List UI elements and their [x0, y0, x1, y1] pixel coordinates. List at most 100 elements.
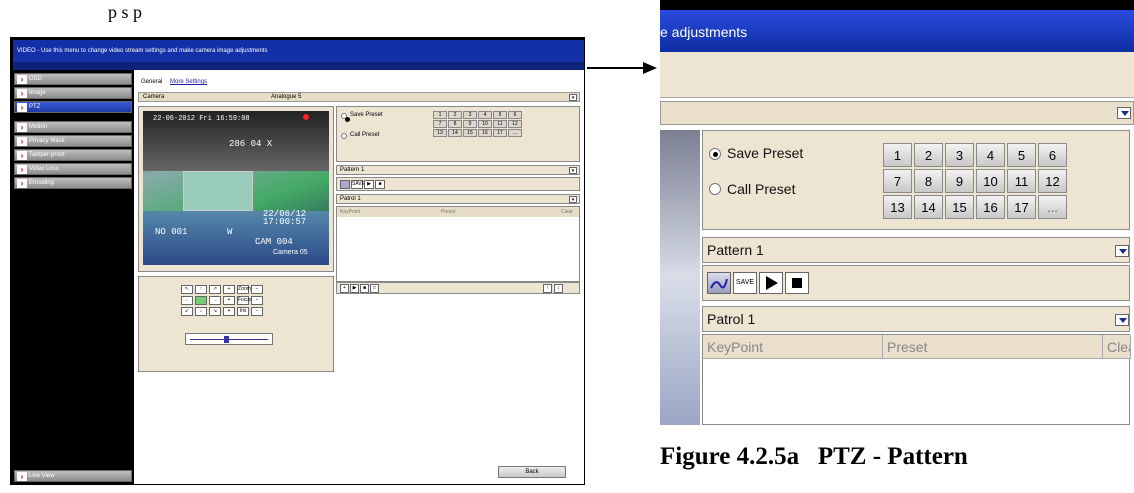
live-view-button[interactable]: › Live View — [14, 470, 132, 482]
sidebar-item-image[interactable]: › Image — [14, 87, 132, 99]
preset-button[interactable]: 9 — [463, 120, 477, 128]
preset-button[interactable]: ... — [508, 129, 522, 137]
chevron-down-icon — [1115, 314, 1129, 326]
preset-button[interactable]: 6 — [508, 111, 522, 119]
focus-in-icon[interactable]: + — [223, 296, 235, 305]
pattern-row[interactable]: Pattern 1 ▾ — [336, 165, 580, 175]
save-pattern-button[interactable]: SAVE — [733, 272, 757, 294]
zoom-patrol-row[interactable]: Patrol 1 — [702, 306, 1130, 332]
play-icon[interactable]: ▶ — [364, 180, 374, 189]
zoom-pattern-row[interactable]: Pattern 1 — [702, 237, 1130, 263]
play-icon[interactable] — [759, 272, 783, 294]
auto-scan-icon[interactable] — [195, 296, 207, 305]
preset-button[interactable]: 16 — [976, 195, 1005, 219]
save-pattern-button[interactable]: SAVE — [351, 180, 365, 189]
preset-button[interactable]: 3 — [463, 111, 477, 119]
arrow-right-icon[interactable]: → — [209, 296, 221, 305]
sidebar-item-video-loss[interactable]: › Video Loss — [14, 163, 132, 175]
save-preset-radio[interactable] — [709, 148, 721, 160]
preset-button[interactable]: 17 — [493, 129, 507, 137]
preset-more-button[interactable]: ... — [1038, 195, 1067, 219]
chevron-right-icon: › — [17, 137, 27, 146]
sidebar-item-osd[interactable]: › OSD — [14, 73, 132, 85]
preset-button[interactable]: 8 — [448, 120, 462, 128]
preset-button[interactable]: 12 — [508, 120, 522, 128]
preset-button[interactable]: 9 — [945, 169, 974, 193]
preset-button[interactable]: 1 — [883, 143, 912, 167]
camera-preview[interactable]: 22-06-2012 Fri 16:59:08 286 04 X 22/06/1… — [143, 111, 329, 265]
arrow-down-icon[interactable]: ↓ — [195, 307, 207, 316]
arrow-left-icon[interactable]: ← — [181, 296, 193, 305]
preset-button[interactable]: 13 — [883, 195, 912, 219]
chevron-down-icon — [1117, 107, 1131, 119]
arrow-up-left-icon[interactable]: ↖ — [181, 285, 193, 294]
sidebar-item-motion[interactable]: › Motion — [14, 121, 132, 133]
preset-button[interactable]: 5 — [1007, 143, 1036, 167]
focus-out-icon[interactable]: − — [251, 296, 263, 305]
record-pattern-icon[interactable] — [707, 272, 731, 294]
preset-grid-small: 1 2 3 4 5 6 7 8 9 10 11 12 13 14 15 16 1… — [433, 111, 522, 137]
preset-button[interactable]: 10 — [976, 169, 1005, 193]
preset-button[interactable]: 7 — [433, 120, 447, 128]
sidebar-item-encoding[interactable]: › Encoding — [14, 177, 132, 189]
preset-button[interactable]: 2 — [448, 111, 462, 119]
record-pattern-icon[interactable] — [340, 180, 350, 189]
zoom-out-icon[interactable]: − — [251, 285, 263, 294]
patrol-row[interactable]: Patrol 1 ▾ — [336, 194, 580, 204]
preset-button[interactable]: 1 — [433, 111, 447, 119]
back-button[interactable]: Back — [498, 466, 566, 478]
stop-icon[interactable] — [785, 272, 809, 294]
preset-button[interactable]: 10 — [478, 120, 492, 128]
preset-button[interactable]: 7 — [883, 169, 912, 193]
move-up-icon[interactable]: ↑ — [543, 284, 552, 293]
arrow-down-left-icon[interactable]: ↙ — [181, 307, 193, 316]
call-preset-label: Call Preset — [350, 132, 380, 138]
tab-more-settings[interactable]: More Settings — [170, 79, 207, 85]
arrow-down-right-icon[interactable]: ↘ — [209, 307, 221, 316]
tab-general[interactable]: General — [141, 79, 162, 85]
camera-row[interactable]: Camera Analogue 5 ▾ — [138, 92, 580, 102]
preset-button[interactable]: 15 — [945, 195, 974, 219]
call-preset-radio[interactable] — [709, 183, 721, 195]
chevron-right-icon: › — [17, 472, 27, 481]
iris-open-icon[interactable]: + — [223, 307, 235, 316]
preset-button[interactable]: 15 — [463, 129, 477, 137]
arrow-up-icon[interactable]: ↑ — [195, 285, 207, 294]
preset-button[interactable]: 2 — [914, 143, 943, 167]
move-down-icon[interactable]: ↓ — [554, 284, 563, 293]
sidebar-item-tamper-proof[interactable]: › Tamper-proof — [14, 149, 132, 161]
stop-icon[interactable]: ■ — [375, 180, 385, 189]
preset-button[interactable]: 3 — [945, 143, 974, 167]
preset-button[interactable]: 17 — [1007, 195, 1036, 219]
preset-button[interactable]: 11 — [493, 120, 507, 128]
delete-icon[interactable]: □ — [370, 284, 379, 293]
preset-button[interactable]: 4 — [976, 143, 1005, 167]
iris-close-icon[interactable]: − — [251, 307, 263, 316]
stop-icon[interactable]: ■ — [360, 284, 369, 293]
preset-button[interactable]: 11 — [1007, 169, 1036, 193]
zoom-in-icon[interactable]: + — [223, 285, 235, 294]
preset-button[interactable]: 12 — [1038, 169, 1067, 193]
chevron-right-icon: › — [17, 103, 27, 112]
save-preset-radio[interactable] — [341, 113, 350, 122]
preset-button[interactable]: 8 — [914, 169, 943, 193]
zoom-camera-row[interactable] — [660, 101, 1134, 125]
sidebar-item-ptz[interactable]: › PTZ — [14, 101, 132, 113]
sidebar-item-privacy-mask[interactable]: › Privacy Mask — [14, 135, 132, 147]
slider-handle[interactable] — [224, 336, 229, 343]
sidebar-item-label: Motion — [29, 124, 48, 130]
arrow-up-right-icon[interactable]: ↗ — [209, 285, 221, 294]
preset-button[interactable]: 14 — [448, 129, 462, 137]
preset-button[interactable]: 6 — [1038, 143, 1067, 167]
preset-button[interactable]: 14 — [914, 195, 943, 219]
preset-button[interactable]: 13 — [433, 129, 447, 137]
col-clear: Clear — [561, 209, 573, 215]
play-icon[interactable]: ▶ — [350, 284, 359, 293]
speed-slider[interactable] — [185, 333, 273, 345]
add-icon[interactable]: + — [340, 284, 349, 293]
call-preset-radio[interactable] — [341, 133, 347, 139]
preset-button[interactable]: 16 — [478, 129, 492, 137]
preset-button[interactable]: 4 — [478, 111, 492, 119]
preset-button[interactable]: 5 — [493, 111, 507, 119]
col-keypoint: KeyPoint — [703, 335, 883, 359]
